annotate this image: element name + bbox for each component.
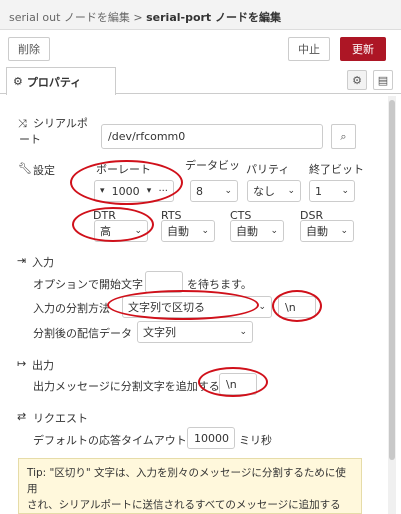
sign-out-icon: ↦ (17, 357, 27, 370)
baud-header: ボーレート (96, 163, 151, 176)
serial-port-label-line1: シリアルポ (33, 117, 88, 130)
deliver-select[interactable]: 文字列 ⌄ (137, 321, 253, 343)
sign-in-icon: ⇥ (17, 254, 27, 267)
dtr-value: 高 (100, 225, 111, 238)
chevron-down-icon: ⌄ (341, 186, 349, 196)
update-button[interactable]: 更新 (340, 37, 386, 61)
exchange-icon: ⇄ (17, 410, 27, 423)
databits-select[interactable]: 8 ⌄ (190, 180, 238, 202)
chevron-down-icon: ⌄ (270, 226, 278, 236)
output-section-label: 出力 (32, 359, 54, 372)
start-char-prefix: オプションで開始文字 (33, 278, 143, 291)
chevron-down-icon: ⌄ (201, 226, 209, 236)
split-char-input[interactable]: \n (278, 296, 316, 318)
request-section-label: リクエスト (33, 412, 88, 425)
parity-header: パリティ (246, 163, 290, 176)
scrollbar-thumb[interactable] (389, 100, 395, 460)
breadcrumb-current: serial-port ノードを編集 (146, 11, 282, 24)
serial-port-label-line2: ート (19, 133, 41, 146)
deliver-value: 文字列 (143, 326, 176, 339)
stopbits-value: 1 (315, 184, 322, 198)
chevron-down-icon: ▾ (100, 186, 105, 196)
baud-rate-value: 1000 (111, 184, 140, 198)
split-method-select[interactable]: 文字列で区切る ⌄ (122, 296, 272, 318)
breadcrumb-prefix: serial out ノードを編集 > (9, 11, 143, 24)
cts-value: 自動 (236, 225, 258, 238)
timeout-label: デフォルトの応答タイムアウト (33, 434, 187, 447)
shuffle-icon: ⤨ (18, 117, 27, 130)
cts-select[interactable]: 自動 ⌄ (230, 220, 284, 242)
start-char-suffix: を待ちます。 (187, 278, 252, 291)
search-icon[interactable]: ⌕ (331, 124, 356, 149)
settings-label: 設定 (33, 164, 55, 177)
parity-value: なし (253, 185, 275, 198)
dsr-select[interactable]: 自動 ⌄ (300, 220, 354, 242)
dtr-select[interactable]: 高 ⌄ (94, 220, 148, 242)
split-label: 入力の分割方法 (33, 302, 110, 315)
chevron-down-icon: ⌄ (224, 186, 232, 196)
parity-select[interactable]: なし ⌄ (247, 180, 301, 202)
split-method-value: 文字列で区切る (128, 301, 205, 314)
settings-gear-icon[interactable]: ⚙ (347, 70, 367, 90)
delete-button[interactable]: 削除 (8, 37, 50, 61)
baud-rate-select[interactable]: ▾ 1000 ▾ ··· (94, 180, 174, 202)
editor-header: serial out ノードを編集 > serial-port ノードを編集 (0, 0, 401, 30)
timeout-unit: ミリ秒 (239, 434, 272, 447)
databits-value: 8 (196, 184, 203, 198)
chevron-down-icon: ⌄ (239, 327, 247, 337)
add-split-label: 出力メッセージに分割文字を追加する (33, 380, 220, 393)
chevron-down-icon: ⌄ (287, 186, 295, 196)
dsr-value: 自動 (306, 225, 328, 238)
input-section-label: 入力 (32, 256, 54, 269)
stopbits-select[interactable]: 1 ⌄ (309, 180, 355, 202)
tab-properties[interactable]: ⚙ プロパティ (6, 67, 116, 95)
chevron-down-icon: ⌄ (258, 302, 266, 312)
breadcrumb: serial out ノードを編集 > serial-port ノードを編集 (9, 9, 281, 25)
rts-value: 自動 (167, 225, 189, 238)
gear-icon: ⚙ (13, 75, 23, 88)
databits-header: データビット (185, 159, 241, 172)
chevron-down-icon: ⌄ (340, 226, 348, 236)
add-split-input[interactable]: \n (219, 373, 257, 395)
more-icon[interactable]: ··· (158, 186, 168, 197)
tip-line-1: Tip: "区切り" 文字は、入力を別々のメッセージに分割するために使用 (27, 467, 346, 495)
tip-box: Tip: "区切り" 文字は、入力を別々のメッセージに分割するために使用 され、… (18, 458, 362, 514)
serial-port-input[interactable]: /dev/rfcomm0 (101, 124, 323, 149)
description-icon[interactable]: ▤ (373, 70, 393, 90)
tab-properties-label: プロパティ (26, 75, 82, 89)
deliver-label: 分割後の配信データ (33, 327, 132, 340)
timeout-input[interactable]: 10000 (187, 427, 235, 449)
start-char-input[interactable] (145, 271, 183, 293)
chevron-down-icon: ⌄ (134, 226, 142, 236)
cancel-button[interactable]: 中止 (288, 37, 330, 61)
chevron-down-icon: ▾ (146, 186, 152, 196)
rts-select[interactable]: 自動 ⌄ (161, 220, 215, 242)
tip-line-2: され、シリアルポートに送信されるすべてのメッセージに追加する (27, 499, 341, 511)
wrench-icon: 🔧︎ (18, 162, 32, 175)
stopbits-header: 終了ビット (309, 163, 364, 176)
